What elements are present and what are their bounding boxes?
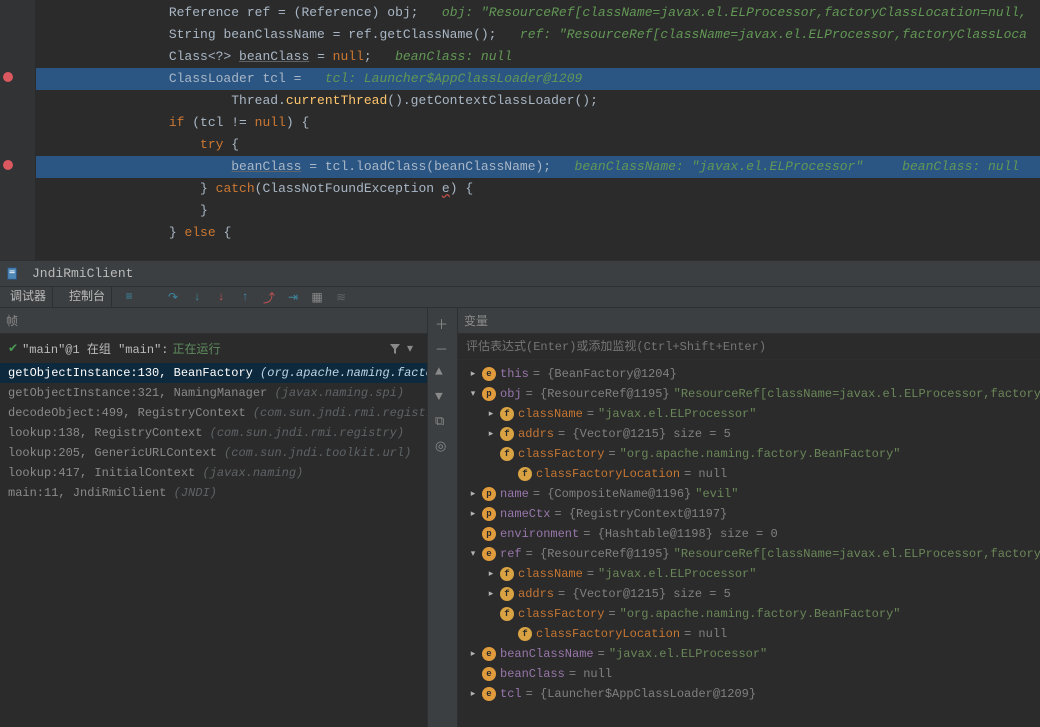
step-into-icon[interactable]: ↓ bbox=[190, 290, 204, 304]
variable-node[interactable]: ▸pnameCtx = {RegistryContext@1197} bbox=[458, 504, 1040, 524]
editor-gutter[interactable] bbox=[0, 0, 36, 260]
step-out-icon[interactable]: ↑ bbox=[238, 290, 252, 304]
code-line[interactable]: } catch(ClassNotFoundException e) { bbox=[36, 178, 1040, 200]
evaluate-expression-input[interactable] bbox=[466, 340, 1040, 354]
stack-frame[interactable]: lookup:417, InitialContext (javax.naming… bbox=[0, 463, 427, 483]
code-line[interactable]: beanClass = tcl.loadClass(beanClassName)… bbox=[36, 156, 1040, 178]
code-line[interactable]: Thread.currentThread().getContextClassLo… bbox=[36, 90, 1040, 112]
vars-header: 变量 bbox=[464, 312, 488, 329]
var-kind-icon: e bbox=[482, 647, 496, 661]
variable-node[interactable]: fclassFactory = "org.apache.naming.facto… bbox=[458, 444, 1040, 464]
variable-node[interactable]: ebeanClass = null bbox=[458, 664, 1040, 684]
variable-node[interactable]: ▾eref = {ResourceRef@1195} "ResourceRef[… bbox=[458, 544, 1040, 564]
force-step-into-icon[interactable]: ↓ bbox=[214, 290, 228, 304]
stack-frame[interactable]: lookup:205, GenericURLContext (com.sun.j… bbox=[0, 443, 427, 463]
file-icon bbox=[6, 267, 20, 281]
var-kind-icon: e bbox=[482, 367, 496, 381]
trace-icon[interactable]: ≋ bbox=[334, 290, 348, 304]
var-kind-icon: f bbox=[500, 567, 514, 581]
var-kind-icon: f bbox=[500, 607, 514, 621]
var-kind-icon: f bbox=[500, 587, 514, 601]
variable-node[interactable]: fclassFactory = "org.apache.naming.facto… bbox=[458, 604, 1040, 624]
tree-twisty-icon[interactable]: ▸ bbox=[468, 484, 478, 504]
copy-icon[interactable]: ⧉ bbox=[435, 414, 450, 429]
threads-icon[interactable]: ≡ bbox=[122, 290, 136, 304]
breakpoint-icon[interactable] bbox=[3, 160, 13, 170]
debug-toolbar: 调试器 控制台 ≡ ↷ ↓ ↓ ↑ ⤴ ⇥ ▦ ≋ bbox=[0, 286, 1040, 308]
tree-twisty-icon[interactable]: ▸ bbox=[486, 584, 496, 604]
var-kind-icon: f bbox=[500, 427, 514, 441]
var-kind-icon: p bbox=[482, 527, 496, 541]
down-icon[interactable]: ▼ bbox=[435, 389, 450, 404]
variables-pane: ＋ － ▲ ▼ ⧉ ◎ 变量 ▸ethis = {BeanFactory@120… bbox=[428, 308, 1040, 727]
tree-twisty-icon[interactable]: ▸ bbox=[468, 364, 478, 384]
add-icon[interactable]: ＋ bbox=[435, 314, 450, 329]
var-kind-icon: p bbox=[482, 387, 496, 401]
variable-node[interactable]: ▸fclassName = "javax.el.ELProcessor" bbox=[458, 564, 1040, 584]
watch-icon[interactable]: ◎ bbox=[435, 439, 450, 454]
run-to-cursor-icon[interactable]: ⇥ bbox=[286, 290, 300, 304]
code-line[interactable]: try { bbox=[36, 134, 1040, 156]
tree-twisty-icon[interactable]: ▾ bbox=[468, 384, 478, 404]
stack-frame[interactable]: main:11, JndiRmiClient (JNDI) bbox=[0, 483, 427, 503]
var-kind-icon: p bbox=[482, 487, 496, 501]
code-line[interactable]: ClassLoader tcl = tcl: Launcher$AppClass… bbox=[36, 68, 1040, 90]
var-kind-icon: e bbox=[482, 547, 496, 561]
tree-twisty-icon[interactable]: ▸ bbox=[468, 644, 478, 664]
step-over-icon[interactable]: ↷ bbox=[166, 290, 180, 304]
stack-frame[interactable]: getObjectInstance:321, NamingManager (ja… bbox=[0, 383, 427, 403]
tab-console[interactable]: 控制台 bbox=[63, 286, 112, 308]
var-kind-icon: f bbox=[500, 447, 514, 461]
var-kind-icon: p bbox=[482, 507, 496, 521]
evaluate-icon[interactable]: ▦ bbox=[310, 290, 324, 304]
var-kind-icon: f bbox=[518, 467, 532, 481]
frames-pane: 帧 ✔ "main"@1 在组 "main": 正在运行 ▾ getObject… bbox=[0, 308, 428, 727]
variable-node[interactable]: ▸etcl = {Launcher$AppClassLoader@1209} bbox=[458, 684, 1040, 704]
variable-node[interactable]: ▸faddrs = {Vector@1215} size = 5 bbox=[458, 584, 1040, 604]
breakpoint-icon[interactable] bbox=[3, 72, 13, 82]
tree-twisty-icon[interactable]: ▸ bbox=[468, 684, 478, 704]
thread-status[interactable]: ✔ "main"@1 在组 "main": 正在运行 ▾ bbox=[0, 334, 427, 363]
debug-tab-header: JndiRmiClient bbox=[0, 260, 1040, 286]
filter-icon[interactable] bbox=[389, 343, 401, 355]
debug-tab-title[interactable]: JndiRmiClient bbox=[26, 266, 139, 281]
var-kind-icon: f bbox=[500, 407, 514, 421]
stack-frame[interactable]: decodeObject:499, RegistryContext (com.s… bbox=[0, 403, 427, 423]
frames-header: 帧 bbox=[6, 312, 18, 329]
remove-icon[interactable]: － bbox=[435, 339, 450, 354]
up-icon[interactable]: ▲ bbox=[435, 364, 450, 379]
var-kind-icon: f bbox=[518, 627, 532, 641]
code-editor[interactable]: Reference ref = (Reference) obj; obj: "R… bbox=[0, 0, 1040, 260]
tree-twisty-icon[interactable]: ▸ bbox=[468, 504, 478, 524]
code-line[interactable]: Reference ref = (Reference) obj; obj: "R… bbox=[36, 2, 1040, 24]
variable-node[interactable]: ▸ethis = {BeanFactory@1204} bbox=[458, 364, 1040, 384]
variable-node[interactable]: ▸faddrs = {Vector@1215} size = 5 bbox=[458, 424, 1040, 444]
tree-twisty-icon[interactable]: ▾ bbox=[468, 544, 478, 564]
tree-twisty-icon[interactable]: ▸ bbox=[486, 404, 496, 424]
code-line[interactable]: } else { bbox=[36, 222, 1040, 244]
variable-node[interactable]: fclassFactoryLocation = null bbox=[458, 624, 1040, 644]
code-line[interactable]: Class<?> beanClass = null; beanClass: nu… bbox=[36, 46, 1040, 68]
variable-node[interactable]: ▸ebeanClassName = "javax.el.ELProcessor" bbox=[458, 644, 1040, 664]
check-icon: ✔ bbox=[8, 341, 18, 356]
var-kind-icon: e bbox=[482, 687, 496, 701]
variable-node[interactable]: fclassFactoryLocation = null bbox=[458, 464, 1040, 484]
tree-twisty-icon[interactable]: ▸ bbox=[486, 564, 496, 584]
var-kind-icon: e bbox=[482, 667, 496, 681]
variable-node[interactable]: penvironment = {Hashtable@1198} size = 0 bbox=[458, 524, 1040, 544]
tree-twisty-icon[interactable]: ▸ bbox=[486, 424, 496, 444]
code-line[interactable]: if (tcl != null) { bbox=[36, 112, 1040, 134]
variable-node[interactable]: ▸pname = {CompositeName@1196} "evil" bbox=[458, 484, 1040, 504]
evaluate-expression-bar[interactable] bbox=[458, 334, 1040, 360]
variable-node[interactable]: ▸fclassName = "javax.el.ELProcessor" bbox=[458, 404, 1040, 424]
stack-frame[interactable]: lookup:138, RegistryContext (com.sun.jnd… bbox=[0, 423, 427, 443]
drop-frame-icon[interactable]: ⤴ bbox=[262, 290, 276, 304]
code-line[interactable]: String beanClassName = ref.getClassName(… bbox=[36, 24, 1040, 46]
code-line[interactable]: } bbox=[36, 200, 1040, 222]
variable-node[interactable]: ▾pobj = {ResourceRef@1195} "ResourceRef[… bbox=[458, 384, 1040, 404]
tab-debugger[interactable]: 调试器 bbox=[4, 286, 53, 308]
vars-sidebar: ＋ － ▲ ▼ ⧉ ◎ bbox=[428, 308, 458, 727]
dropdown-icon[interactable]: ▾ bbox=[407, 341, 413, 356]
stack-frame[interactable]: getObjectInstance:130, BeanFactory (org.… bbox=[0, 363, 427, 383]
